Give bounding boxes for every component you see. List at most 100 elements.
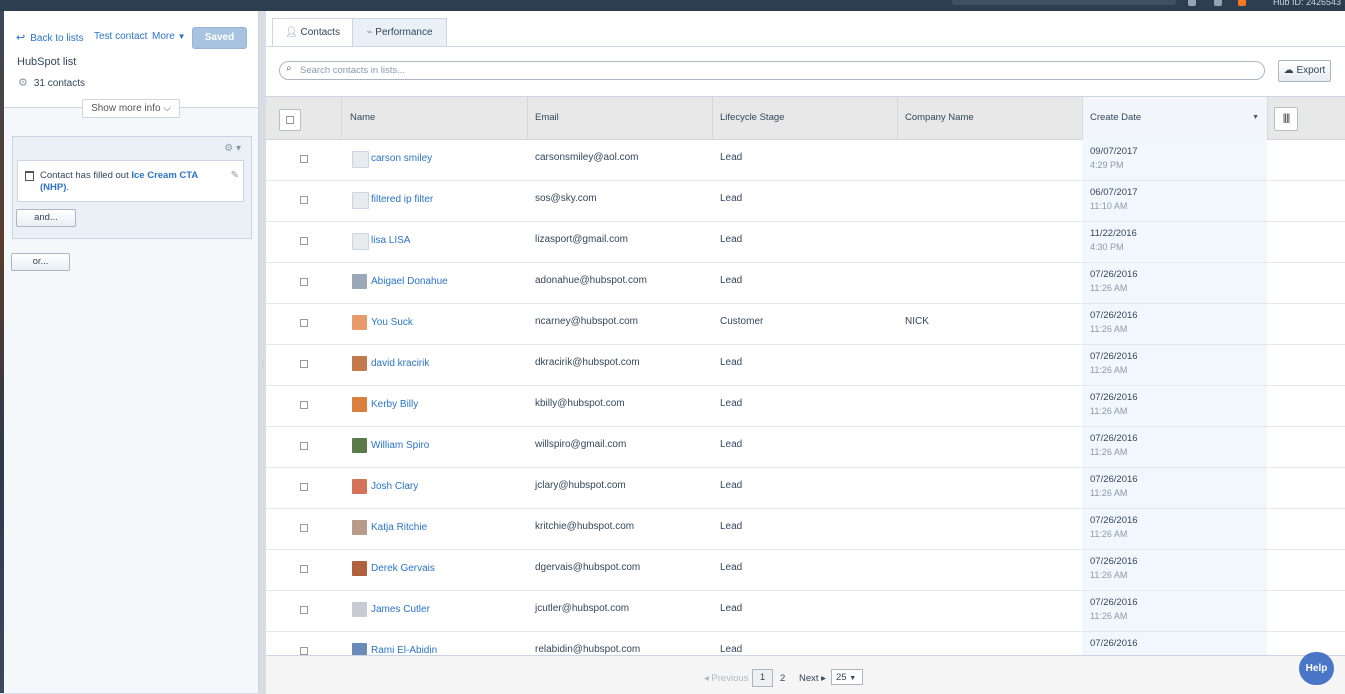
contact-avatar — [352, 233, 369, 250]
create-time: 11:26 AM — [1090, 570, 1128, 580]
contact-name-link[interactable]: Kerby Billy — [371, 399, 418, 410]
page-2-button[interactable]: 2 — [780, 673, 785, 684]
column-header-email[interactable]: Email — [528, 97, 713, 139]
filter-condition[interactable]: Contact has filled out Ice Cream CTA (NH… — [17, 160, 244, 202]
back-to-lists-link[interactable]: ↩ Back to lists — [16, 31, 84, 44]
contact-avatar — [352, 192, 369, 209]
contact-name-link[interactable]: Rami El-Abidin — [371, 645, 437, 655]
create-time: 11:26 AM — [1090, 447, 1128, 457]
table-row[interactable]: Kerby Billy kbilly@hubspot.com Lead 07/26/2… — [266, 385, 1345, 427]
column-header-company-name[interactable]: Company Name — [898, 97, 1083, 139]
row-checkbox[interactable] — [300, 606, 308, 614]
table-row[interactable]: Derek Gervais dgervais@hubspot.com Lead 07/… — [266, 549, 1345, 591]
contact-name-link[interactable]: lisa LISA — [371, 235, 410, 246]
global-search-input[interactable] — [952, 0, 1176, 5]
contact-name-link[interactable]: Katja Ritchie — [371, 522, 427, 533]
more-dropdown[interactable]: More ▼ — [152, 31, 186, 42]
column-header-name[interactable]: Name — [342, 97, 528, 139]
resize-handle[interactable]: ⋮ — [259, 360, 267, 369]
row-checkbox[interactable] — [300, 401, 308, 409]
help-button[interactable]: Help — [1299, 652, 1334, 685]
table-row[interactable]: Abigael Donahue adonahue@hubspot.com Lead 0… — [266, 262, 1345, 304]
row-checkbox[interactable] — [300, 483, 308, 491]
show-more-info-button[interactable]: Show more info ⌵ — [82, 99, 180, 118]
notifications-icon[interactable] — [1188, 0, 1196, 6]
row-checkbox[interactable] — [300, 524, 308, 532]
tab-performance[interactable]: ⌁ Performance — [352, 18, 447, 46]
row-checkbox[interactable] — [300, 237, 308, 245]
contact-avatar — [352, 438, 367, 453]
create-time: 11:26 AM — [1090, 365, 1128, 375]
row-checkbox[interactable] — [300, 647, 308, 655]
row-checkbox[interactable] — [300, 319, 308, 327]
next-label: Next — [799, 673, 819, 684]
column-header-create-date[interactable]: Create Date ▼ — [1083, 97, 1268, 139]
previous-label: Previous — [711, 673, 749, 684]
contact-name-link[interactable]: William Spiro — [371, 440, 429, 451]
export-icon: ☁︎ — [1283, 65, 1294, 76]
column-header-lifecycle-stage[interactable]: Lifecycle Stage — [713, 97, 898, 139]
chevron-down-icon: ⌵ — [163, 103, 171, 114]
table-row[interactable]: William Spiro willspiro@gmail.com Lead 07/2… — [266, 426, 1345, 468]
table-row[interactable]: carson smiley carsonsmiley@aol.com Lead 09/… — [266, 139, 1345, 181]
table-row[interactable]: david kracirik dkracirik@hubspot.com Lead 0… — [266, 344, 1345, 386]
contact-name-link[interactable]: Josh Clary — [371, 481, 418, 492]
contact-name-link[interactable]: Derek Gervais — [371, 563, 435, 574]
contact-name-link[interactable]: You Suck — [371, 317, 413, 328]
test-contact-link[interactable]: Test contact — [94, 31, 147, 42]
lifecycle-stage: Lead — [720, 439, 743, 450]
contact-email: kbilly@hubspot.com — [535, 398, 625, 409]
create-date: 07/26/2016 — [1090, 597, 1138, 608]
lifecycle-stage: Lead — [720, 562, 743, 573]
previous-page-button[interactable]: ◂ Previous — [704, 673, 748, 684]
lifecycle-stage: Lead — [720, 603, 743, 614]
search-input[interactable] — [298, 63, 1252, 78]
filter-settings-gear-icon[interactable]: ⚙ ▾ — [224, 143, 241, 154]
contact-name-link[interactable]: carson smiley — [371, 153, 432, 164]
row-checkbox[interactable] — [300, 442, 308, 450]
tab-contacts[interactable]: 👤︎ Contacts — [272, 18, 353, 47]
row-checkbox[interactable] — [300, 565, 308, 573]
table-row[interactable]: You Suck ncarney@hubspot.com Customer NICK 0… — [266, 303, 1345, 345]
edit-pencil-icon[interactable]: ✎ — [231, 170, 239, 181]
export-button[interactable]: ☁︎ Export — [1278, 60, 1331, 82]
page-size-select[interactable]: 25 ▼ — [831, 669, 863, 685]
add-and-filter-button[interactable]: and... — [16, 209, 76, 227]
avatar[interactable] — [1238, 0, 1246, 6]
contact-name-link[interactable]: filtered ip filter — [371, 194, 433, 205]
lifecycle-stage: Lead — [720, 398, 743, 409]
row-checkbox[interactable] — [300, 278, 308, 286]
contact-name-link[interactable]: Abigael Donahue — [371, 276, 448, 287]
create-time: 4:29 PM — [1090, 160, 1124, 170]
row-checkbox[interactable] — [300, 155, 308, 163]
saved-button[interactable]: Saved — [192, 27, 247, 49]
table-row[interactable]: James Cutler jcutler@hubspot.com Lead 07/26… — [266, 590, 1345, 632]
contacts-search[interactable]: ⌕ — [279, 61, 1265, 80]
columns-toggle-icon[interactable]: |||| — [1274, 107, 1298, 131]
create-time: 4:30 PM — [1090, 242, 1124, 252]
contact-email: willspiro@gmail.com — [535, 439, 627, 450]
table-row[interactable]: Josh Clary jclary@hubspot.com Lead 07/26/20… — [266, 467, 1345, 509]
table-row[interactable]: filtered ip filter sos@sky.com Lead 06/07/2… — [266, 180, 1345, 222]
select-all-checkbox[interactable] — [279, 109, 301, 131]
list-title: HubSpot list — [17, 56, 77, 68]
create-date: 11/22/2016 — [1090, 228, 1137, 239]
contacts-table-body: carson smiley carsonsmiley@aol.com Lead 09/… — [266, 139, 1345, 655]
contact-name-link[interactable]: david kracirik — [371, 358, 429, 369]
settings-icon[interactable] — [1214, 0, 1222, 6]
create-date: 07/26/2016 — [1090, 433, 1138, 444]
table-row[interactable]: Rami El-Abidin relabidin@hubspot.com Lead 0… — [266, 631, 1345, 655]
table-row[interactable]: Katja Ritchie kritchie@hubspot.com Lead 07/… — [266, 508, 1345, 550]
create-date-label: Create Date — [1090, 112, 1142, 123]
next-page-button[interactable]: Next ▸ — [799, 673, 826, 684]
contact-avatar — [352, 520, 367, 535]
contact-name-link[interactable]: James Cutler — [371, 604, 430, 615]
row-checkbox[interactable] — [300, 196, 308, 204]
page-1-button[interactable]: 1 — [752, 669, 773, 687]
lifecycle-stage: Lead — [720, 234, 743, 245]
contact-email: ncarney@hubspot.com — [535, 316, 638, 327]
add-or-filter-button[interactable]: or... — [11, 253, 70, 271]
row-checkbox[interactable] — [300, 360, 308, 368]
table-row[interactable]: lisa LISA lizasport@gmail.com Lead 11/22/20… — [266, 221, 1345, 263]
lifecycle-stage: Lead — [720, 644, 743, 655]
